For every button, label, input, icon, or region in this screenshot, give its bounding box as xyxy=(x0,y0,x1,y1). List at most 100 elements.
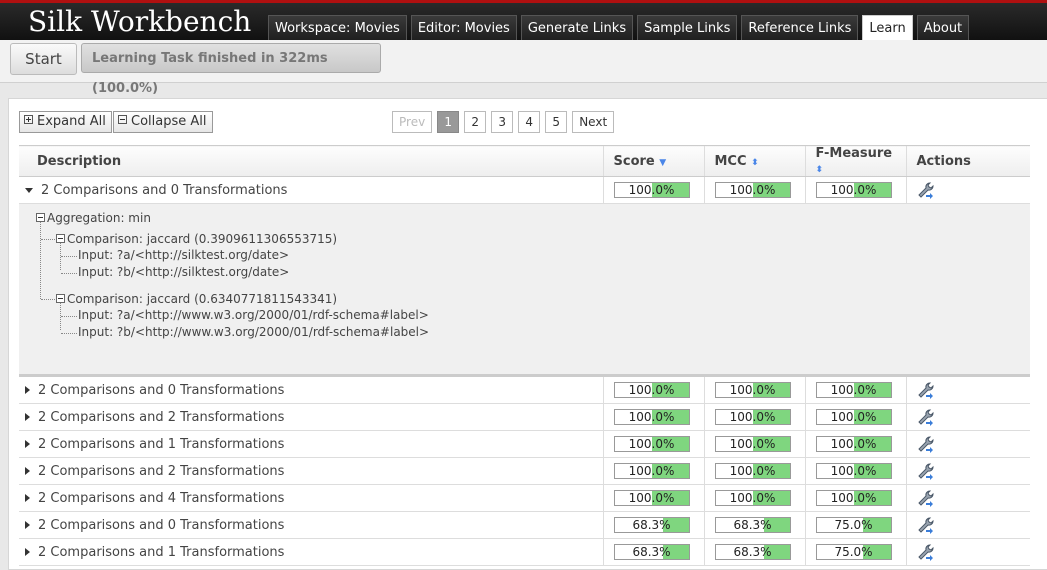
score-cell: 100.0% xyxy=(602,484,704,512)
table-row[interactable]: 2 Comparisons and 1 Transformations 100.0… xyxy=(19,430,1030,458)
row-description[interactable]: 2 Comparisons and 2 Transformations xyxy=(19,403,603,431)
row-description[interactable]: 2 Comparisons and 1 Transformations xyxy=(19,430,603,458)
triangle-right-icon[interactable] xyxy=(25,413,30,421)
mcc-value: 100.0% xyxy=(729,437,776,451)
row-description[interactable]: 2 Comparisons and 4 Transformations xyxy=(19,484,603,512)
score-value: 100.0% xyxy=(628,437,675,451)
mcc-bar: 68.3% xyxy=(714,544,791,560)
mcc-value: 100.0% xyxy=(729,410,776,424)
triangle-right-icon[interactable] xyxy=(25,467,30,475)
input-node-label: Input: ?b/<http://www.w3.org/2000/01/rdf… xyxy=(78,325,430,339)
page-button-4[interactable]: 4 xyxy=(518,111,541,133)
fmeasure-bar: 100.0% xyxy=(815,409,892,425)
next-page-button[interactable]: Next xyxy=(572,111,615,133)
mcc-value: 100.0% xyxy=(729,491,776,505)
status-progress: Learning Task finished in 322ms (100.0%) xyxy=(81,43,381,96)
score-cell: 68.3% xyxy=(602,511,704,539)
score-bar: 100.0% xyxy=(613,436,690,452)
wrench-icon[interactable] xyxy=(917,462,935,480)
tree-connector xyxy=(61,333,77,334)
nav-tab-about[interactable]: About xyxy=(916,15,970,41)
wrench-icon[interactable] xyxy=(917,489,935,507)
page-button-2[interactable]: 2 xyxy=(464,111,487,133)
table-row[interactable]: 2 Comparisons and 0 Transformations 100.0… xyxy=(19,375,1030,404)
collapse-node-icon[interactable] xyxy=(56,234,65,243)
table-row[interactable]: 2 Comparisons and 2 Transformations 100.0… xyxy=(19,457,1030,485)
tree-connector xyxy=(41,239,55,240)
page-button-5[interactable]: 5 xyxy=(545,111,568,133)
wrench-icon[interactable] xyxy=(917,181,935,199)
results-table: Description Score ▼ MCC ⬍ F-Measure ⬍ Ac… xyxy=(19,145,1030,566)
row-description[interactable]: 2 Comparisons and 1 Transformations xyxy=(19,538,603,566)
row-description[interactable]: 2 Comparisons and 0 Transformations xyxy=(19,176,603,204)
score-value: 100.0% xyxy=(628,464,675,478)
pagination: Prev 1 2 3 4 5 Next xyxy=(392,111,619,133)
nav-tab-reference-links[interactable]: Reference Links xyxy=(741,15,859,41)
wrench-icon[interactable] xyxy=(917,516,935,534)
sort-arrows-icon: ⬍ xyxy=(815,165,824,175)
collapse-node-icon[interactable] xyxy=(36,213,45,222)
tree-connector xyxy=(61,316,77,317)
triangle-right-icon[interactable] xyxy=(25,548,30,556)
score-cell: 100.0% xyxy=(602,375,704,404)
triangle-right-icon[interactable] xyxy=(25,521,30,529)
fmeasure-value: 100.0% xyxy=(830,464,877,478)
header-description: Description xyxy=(19,145,603,177)
mcc-value: 100.0% xyxy=(729,183,776,197)
header-fmeasure[interactable]: F-Measure ⬍ xyxy=(804,145,906,177)
fmeasure-cell: 100.0% xyxy=(804,457,906,485)
score-bar: 100.0% xyxy=(613,409,690,425)
collapse-node-icon[interactable] xyxy=(56,294,65,303)
mcc-cell: 100.0% xyxy=(703,484,805,512)
fmeasure-bar: 75.0% xyxy=(815,544,892,560)
score-bar: 100.0% xyxy=(613,182,690,198)
app-title: Silk Workbench xyxy=(28,5,252,38)
comparison-node[interactable]: Comparison: jaccard (0.3909611306553715) xyxy=(56,232,337,246)
table-row[interactable]: 2 Comparisons and 4 Transformations 100.0… xyxy=(19,484,1030,512)
row-description[interactable]: 2 Comparisons and 2 Transformations xyxy=(19,457,603,485)
comparison-node[interactable]: Comparison: jaccard (0.6340771811543341) xyxy=(56,292,337,306)
expand-all-button[interactable]: Expand All xyxy=(19,111,112,133)
triangle-right-icon[interactable] xyxy=(25,386,30,394)
triangle-down-icon[interactable] xyxy=(25,187,33,193)
header-score[interactable]: Score ▼ xyxy=(602,145,704,177)
plus-icon xyxy=(24,115,33,124)
score-cell: 100.0% xyxy=(602,176,704,204)
collapse-all-button[interactable]: Collapse All xyxy=(113,111,213,133)
mcc-bar: 100.0% xyxy=(714,436,791,452)
header-actions: Actions xyxy=(905,145,1030,177)
start-button[interactable]: Start xyxy=(10,43,77,75)
wrench-icon[interactable] xyxy=(917,543,935,561)
table-row[interactable]: 2 Comparisons and 0 Transformations 100.0… xyxy=(19,176,1030,204)
triangle-right-icon[interactable] xyxy=(25,494,30,502)
row-description[interactable]: 2 Comparisons and 0 Transformations xyxy=(19,511,603,539)
nav-tab-editor-movies[interactable]: Editor: Movies xyxy=(410,15,517,41)
nav-tab-workspace-movies[interactable]: Workspace: Movies xyxy=(268,15,407,41)
wrench-icon[interactable] xyxy=(917,435,935,453)
results-panel: Expand All Collapse All Prev 1 2 3 4 5 Next De… xyxy=(8,98,1047,570)
nav-tab-generate-links[interactable]: Generate Links xyxy=(520,15,634,41)
mcc-cell: 100.0% xyxy=(703,430,805,458)
mcc-bar: 100.0% xyxy=(714,182,791,198)
score-bar: 68.3% xyxy=(613,517,690,533)
table-header: Description Score ▼ MCC ⬍ F-Measure ⬍ Ac… xyxy=(19,145,1030,177)
nav-tab-learn[interactable]: Learn xyxy=(862,15,913,41)
header-mcc[interactable]: MCC ⬍ xyxy=(703,145,805,177)
row-description[interactable]: 2 Comparisons and 0 Transformations xyxy=(19,375,603,404)
fmeasure-bar: 100.0% xyxy=(815,182,892,198)
fmeasure-value: 100.0% xyxy=(830,383,877,397)
wrench-icon[interactable] xyxy=(917,381,935,399)
table-row[interactable]: 2 Comparisons and 1 Transformations 68.3%… xyxy=(19,538,1030,566)
nav-tab-sample-links[interactable]: Sample Links xyxy=(637,15,738,41)
wrench-icon[interactable] xyxy=(917,408,935,426)
table-row[interactable]: 2 Comparisons and 2 Transformations 100.0… xyxy=(19,403,1030,431)
page-button-1[interactable]: 1 xyxy=(437,111,460,133)
triangle-right-icon[interactable] xyxy=(25,440,30,448)
score-value: 68.3% xyxy=(632,518,671,532)
aggregation-node[interactable]: Aggregation: min xyxy=(36,211,151,225)
page-button-3[interactable]: 3 xyxy=(491,111,514,133)
prev-page-button[interactable]: Prev xyxy=(392,111,433,133)
mcc-bar: 100.0% xyxy=(714,382,791,398)
table-row[interactable]: 2 Comparisons and 0 Transformations 68.3%… xyxy=(19,511,1030,539)
aggregation-node-label: Aggregation: min xyxy=(47,211,151,225)
